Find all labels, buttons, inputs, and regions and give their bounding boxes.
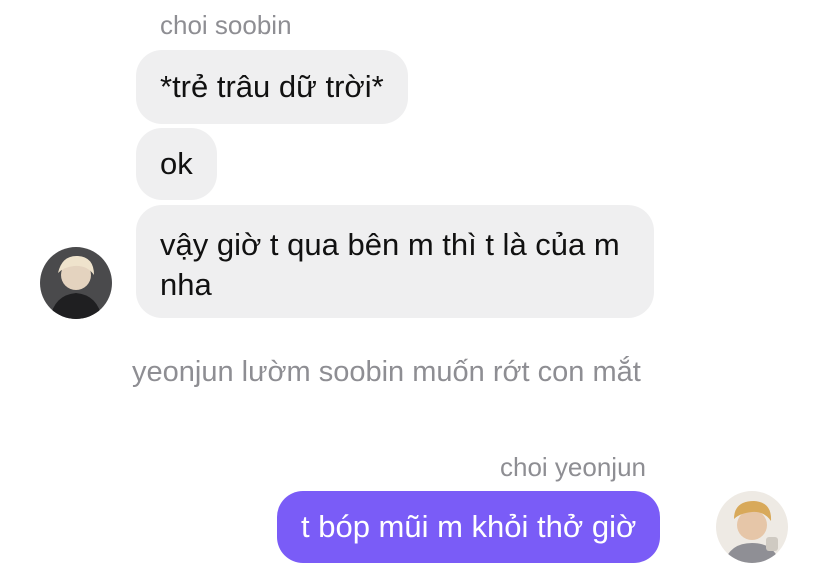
system-note-text: yeonjun lườm soobin muốn rớt con mắt — [132, 356, 641, 388]
user-avatar-icon[interactable] — [40, 247, 112, 319]
user-avatar-icon[interactable] — [716, 491, 788, 563]
user-avatar-soobin-icon — [40, 247, 112, 319]
user-avatar-yeonjun-icon — [716, 491, 788, 563]
incoming-sender-name: choi soobin — [160, 10, 292, 40]
incoming-message-bubble[interactable]: *trẻ trâu dữ trời* — [136, 50, 408, 124]
outgoing-message-bubble[interactable]: t bóp mũi m khỏi thở giờ — [277, 491, 661, 563]
outgoing-sender-name: choi yeonjun — [500, 452, 646, 482]
incoming-message-bubble[interactable]: ok — [136, 128, 217, 200]
incoming-message-bubble[interactable]: vậy giờ t qua bên m thì t là của m nha — [136, 205, 654, 318]
